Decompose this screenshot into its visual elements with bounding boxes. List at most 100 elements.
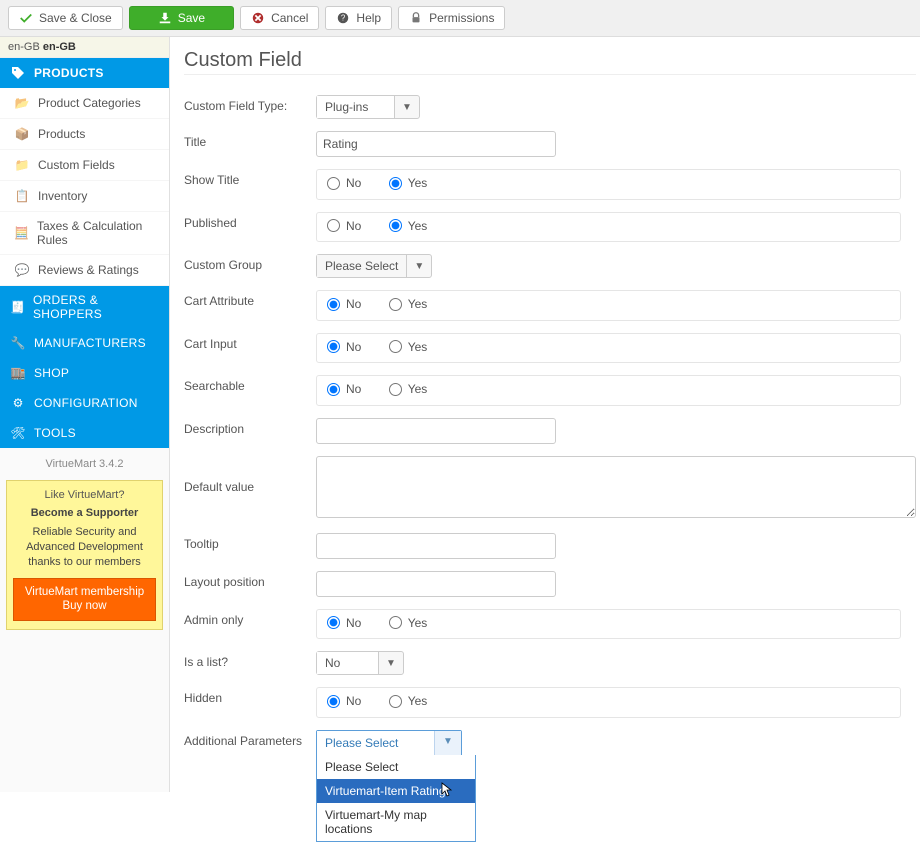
dropdown-option-item-rating[interactable]: Virtuemart-Item Rating	[317, 779, 475, 803]
radio-hidden-yes[interactable]: Yes	[389, 694, 428, 708]
label-description: Description	[184, 418, 316, 436]
dropdown-option-label: Virtuemart-Item Rating	[325, 784, 446, 798]
radio-hidden: No Yes	[316, 687, 901, 718]
label-custom-group: Custom Group	[184, 254, 316, 272]
promo-buy-button[interactable]: VirtueMart membership Buy now	[13, 578, 156, 622]
radio-show-title: No Yes	[316, 169, 901, 200]
input-description[interactable]	[316, 418, 556, 444]
nav-label: Inventory	[38, 189, 87, 203]
select-value: Plug-ins	[317, 96, 395, 118]
locale-indicator: en-GB en-GB	[0, 37, 169, 58]
sidebar-section-tools[interactable]: 🛠 TOOLS	[0, 418, 169, 448]
main: Custom Field Custom Field Type: Plug-ins…	[170, 37, 920, 792]
radio-cart-input-no[interactable]: No	[327, 340, 361, 354]
check-icon	[19, 11, 33, 25]
input-layout-position[interactable]	[316, 571, 556, 597]
sidebar-item-reviews[interactable]: 💬 Reviews & Ratings	[0, 255, 169, 286]
radio-searchable: No Yes	[316, 375, 901, 406]
label-is-a-list: Is a list?	[184, 651, 316, 669]
save-icon	[158, 11, 172, 25]
dropdown-option-my-map-locations[interactable]: Virtuemart-My map locations	[317, 803, 475, 841]
save-close-label: Save & Close	[39, 11, 112, 25]
radio-published: No Yes	[316, 212, 901, 243]
sidebar-item-custom-fields[interactable]: 📁 Custom Fields	[0, 150, 169, 181]
sidebar-section-manufacturers[interactable]: 🔧 MANUFACTURERS	[0, 328, 169, 358]
label-hidden: Hidden	[184, 687, 316, 705]
toolbar: Save & Close Save Cancel ? Help Permissi…	[0, 0, 920, 37]
locale-label: en-GB	[43, 41, 76, 53]
radio-searchable-no[interactable]: No	[327, 382, 361, 396]
sidebar-item-inventory[interactable]: 📋 Inventory	[0, 181, 169, 212]
radio-published-yes[interactable]: Yes	[389, 219, 428, 233]
tag-icon	[10, 65, 26, 81]
radio-label: Yes	[408, 176, 428, 190]
radio-hidden-no[interactable]: No	[327, 694, 361, 708]
textarea-default-value[interactable]	[316, 456, 916, 518]
help-button[interactable]: ? Help	[325, 6, 392, 30]
tools-icon: 🛠	[10, 425, 26, 441]
section-label: PRODUCTS	[34, 66, 104, 80]
chevron-down-icon: ▼	[395, 98, 419, 117]
label-cart-input: Cart Input	[184, 333, 316, 351]
radio-cart-input: No Yes	[316, 333, 901, 364]
radio-label: No	[346, 219, 361, 233]
label-searchable: Searchable	[184, 375, 316, 393]
select-additional-parameters[interactable]: Please Select ▼ Please Select Virtuemart…	[316, 730, 462, 756]
sidebar-section-orders[interactable]: 🧾 ORDERS & SHOPPERS	[0, 286, 169, 328]
radio-label: No	[346, 340, 361, 354]
save-label: Save	[178, 11, 205, 25]
cancel-icon	[251, 11, 265, 25]
radio-admin-only-no[interactable]: No	[327, 616, 361, 630]
radio-searchable-yes[interactable]: Yes	[389, 382, 428, 396]
chevron-down-icon: ▼	[435, 731, 461, 755]
radio-show-title-no[interactable]: No	[327, 176, 361, 190]
radio-show-title-yes[interactable]: Yes	[389, 176, 428, 190]
dropdown-additional-parameters: Please Select Virtuemart-Item Rating Vir…	[316, 755, 476, 842]
sidebar-item-taxes[interactable]: 🧮 Taxes & Calculation Rules	[0, 212, 169, 255]
sidebar-section-configuration[interactable]: ⚙ CONFIGURATION	[0, 388, 169, 418]
label-cart-attribute: Cart Attribute	[184, 290, 316, 308]
select-custom-group[interactable]: Please Select ▼	[316, 254, 432, 278]
users-icon: 🧾	[10, 299, 25, 315]
radio-label: No	[346, 694, 361, 708]
label-layout-position: Layout position	[184, 571, 316, 589]
sidebar-item-product-categories[interactable]: 📂 Product Categories	[0, 88, 169, 119]
sidebar-section-products[interactable]: PRODUCTS	[0, 58, 169, 88]
radio-admin-only: No Yes	[316, 609, 901, 640]
select-is-a-list[interactable]: No ▼	[316, 651, 404, 675]
permissions-button[interactable]: Permissions	[398, 6, 505, 30]
sidebar-section-shop[interactable]: 🏬 SHOP	[0, 358, 169, 388]
radio-admin-only-yes[interactable]: Yes	[389, 616, 428, 630]
sidebar-item-products[interactable]: 📦 Products	[0, 119, 169, 150]
section-label: CONFIGURATION	[34, 396, 138, 410]
chevron-down-icon: ▼	[407, 257, 431, 276]
select-value: Please Select	[317, 255, 407, 277]
nav-label: Products	[38, 127, 85, 141]
save-close-button[interactable]: Save & Close	[8, 6, 123, 30]
nav-label: Product Categories	[38, 96, 141, 110]
save-button[interactable]: Save	[129, 6, 234, 30]
radio-cart-input-yes[interactable]: Yes	[389, 340, 428, 354]
input-tooltip[interactable]	[316, 533, 556, 559]
help-label: Help	[356, 11, 381, 25]
calc-icon: 🧮	[14, 225, 29, 241]
sidebar: en-GB en-GB PRODUCTS 📂 Product Categorie…	[0, 37, 170, 792]
radio-cart-attribute-no[interactable]: No	[327, 297, 361, 311]
radio-label: No	[346, 297, 361, 311]
radio-label: Yes	[408, 297, 428, 311]
dropdown-option-please-select[interactable]: Please Select	[317, 755, 475, 779]
list-icon: 📋	[14, 188, 30, 204]
select-custom-field-type[interactable]: Plug-ins ▼	[316, 95, 420, 119]
radio-label: No	[346, 382, 361, 396]
nav-label: Taxes & Calculation Rules	[37, 219, 159, 247]
section-label: MANUFACTURERS	[34, 336, 146, 350]
label-default-value: Default value	[184, 456, 316, 494]
radio-published-no[interactable]: No	[327, 219, 361, 233]
cancel-button[interactable]: Cancel	[240, 6, 319, 30]
label-show-title: Show Title	[184, 169, 316, 187]
shop-icon: 🏬	[10, 365, 26, 381]
section-label: SHOP	[34, 366, 69, 380]
radio-cart-attribute-yes[interactable]: Yes	[389, 297, 428, 311]
input-title[interactable]	[316, 131, 556, 157]
folder-icon: 📁	[14, 157, 30, 173]
